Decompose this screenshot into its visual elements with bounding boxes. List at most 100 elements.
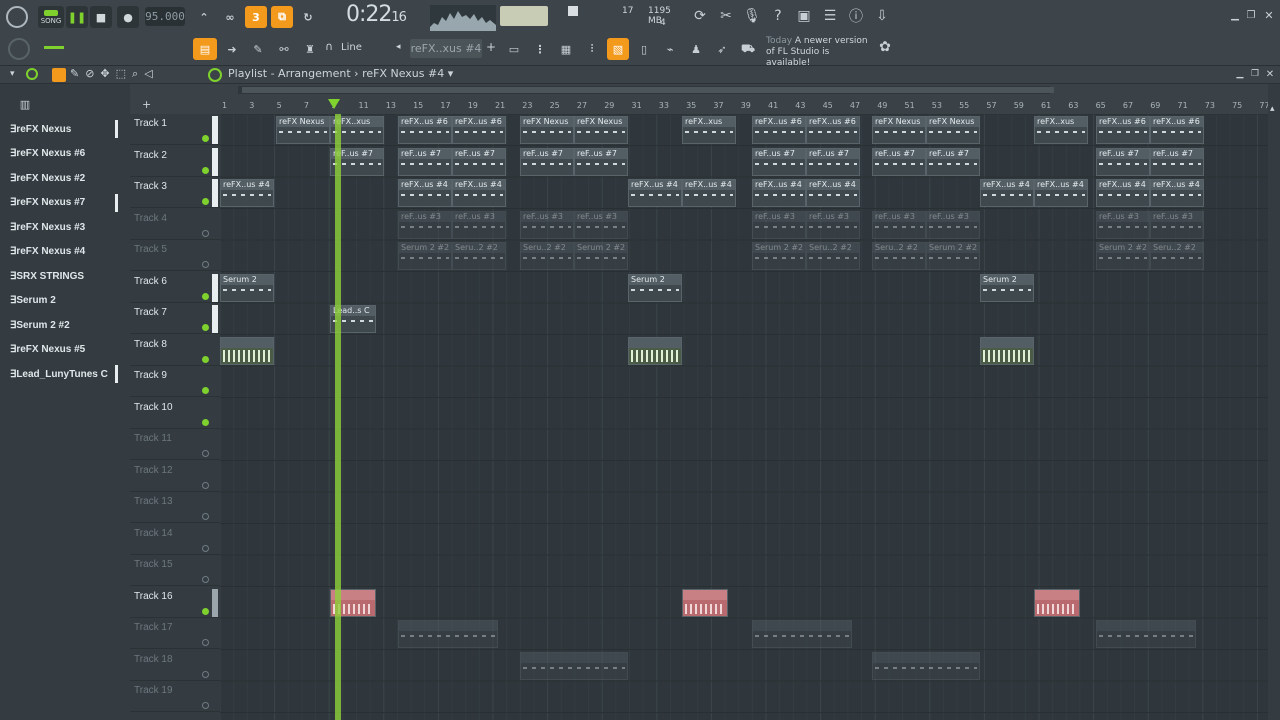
pattern-item[interactable]: ∃SRX STRINGS <box>6 267 116 285</box>
track-header[interactable]: Track 4 <box>130 209 220 240</box>
track-select-strip[interactable] <box>212 368 218 396</box>
pattern-clip[interactable]: Seru..2 #2 <box>872 242 926 270</box>
pattern-item[interactable]: ∃reFX Nexus #3 <box>6 218 116 236</box>
track-header[interactable]: Track 10 <box>130 398 220 429</box>
playlist-maximize-icon[interactable]: ❐ <box>1249 68 1261 80</box>
pattern-clip[interactable] <box>1034 588 1080 617</box>
help-icon[interactable]: ? <box>768 6 788 26</box>
track-header[interactable]: Track 12 <box>130 461 220 492</box>
pattern-clip[interactable]: reF..us #7 <box>520 147 574 176</box>
playlist-minimize-icon[interactable]: ▁ <box>1234 68 1246 80</box>
playhead-marker-icon[interactable] <box>328 99 340 109</box>
pattern-item[interactable]: ∃Lead_LunyTunes C <box>6 365 118 383</box>
track-select-strip[interactable] <box>212 620 218 648</box>
pattern-selector[interactable]: reFX..xus #4 <box>410 39 482 58</box>
pattern-clip[interactable]: reFX..us #6 <box>1096 116 1150 144</box>
pattern-clip[interactable]: reFX..us #4 <box>1096 179 1150 207</box>
tool-icons[interactable]: ✎⊘✥⬚⌕◁ <box>70 67 159 81</box>
playhead[interactable] <box>335 114 341 720</box>
news-panel[interactable]: Today A newer version of FL Studio is av… <box>766 36 876 68</box>
scroll-thumb[interactable] <box>242 87 1054 93</box>
record-button[interactable]: ● <box>117 6 139 28</box>
pattern-clip[interactable]: reFX..us #4 <box>1034 179 1088 207</box>
track-select-strip[interactable] <box>212 400 218 428</box>
send-icon[interactable]: ➶ <box>711 38 733 60</box>
tempo-display[interactable]: 95.000 <box>145 7 185 26</box>
track-select-strip[interactable] <box>212 588 218 617</box>
faders-icon[interactable]: ⫶ <box>581 38 603 60</box>
microphone-icon[interactable]: 🎙 <box>742 6 762 26</box>
magnet-icon[interactable] <box>26 68 38 80</box>
pattern-clip[interactable]: reF..us #3 <box>1150 210 1204 239</box>
pattern-clip[interactable]: reFX..us #6 <box>806 116 860 144</box>
snap-selector[interactable]: Line <box>341 42 362 53</box>
download-icon[interactable]: ⇩ <box>872 6 892 26</box>
track-select-strip[interactable] <box>212 526 218 554</box>
pattern-item[interactable]: ∃reFX Nexus #2 <box>6 169 116 187</box>
pattern-clip[interactable]: Serum 2 #2 <box>574 242 628 270</box>
browser-icon[interactable]: ▧ <box>607 38 629 60</box>
pattern-clip[interactable]: reFX..us #6 <box>752 116 806 144</box>
track-header[interactable]: Track 2 <box>130 146 220 177</box>
track-header[interactable]: Track 19 <box>130 681 220 712</box>
track-mute-led[interactable] <box>202 576 209 583</box>
track-select-strip[interactable] <box>212 431 218 459</box>
track-select-strip[interactable] <box>212 242 218 270</box>
arrow-icon[interactable]: ➜ <box>221 38 243 60</box>
track-header[interactable]: Track 15 <box>130 555 220 586</box>
pattern-clip[interactable]: Seru..2 #2 <box>1150 242 1204 270</box>
play-button[interactable]: ❚❚ <box>66 6 88 28</box>
pattern-item[interactable]: ∃reFX Nexus #6 <box>6 145 116 163</box>
arrangement-icon[interactable] <box>208 68 222 82</box>
pattern-clip[interactable]: reFX Nexus <box>520 116 574 144</box>
track-select-strip[interactable] <box>212 147 218 176</box>
scroll-up-icon[interactable]: ▴ <box>1270 104 1278 116</box>
track-select-strip[interactable] <box>212 116 218 144</box>
pattern-clip[interactable]: reF..us #3 <box>1096 210 1150 239</box>
tools-icon[interactable]: ✂ <box>716 6 736 26</box>
link-icon[interactable]: ⚯ <box>273 38 295 60</box>
track-select-strip[interactable] <box>212 494 218 522</box>
track-header[interactable]: Track 5 <box>130 240 220 271</box>
pattern-clip[interactable]: reFX..us #4 <box>682 179 736 207</box>
track-header[interactable]: Track 7 <box>130 303 220 334</box>
song-time-display[interactable]: 0:2216 <box>346 2 426 32</box>
main-menu-icon[interactable] <box>6 6 28 28</box>
track-mute-led[interactable] <box>202 670 209 678</box>
track-header[interactable]: Track 3 <box>130 177 220 208</box>
channel-rack-icon[interactable]: ▭ <box>503 38 525 60</box>
track-mute-led[interactable] <box>202 607 209 615</box>
pattern-clip[interactable]: reFX..xus <box>1034 116 1088 144</box>
pattern-clip[interactable] <box>980 336 1034 365</box>
pattern-clip[interactable]: Serum 2 <box>628 273 682 302</box>
track-header[interactable]: Track 9 <box>130 366 220 397</box>
pattern-item[interactable]: ∃reFX Nexus #4 <box>6 243 116 261</box>
pattern-clip[interactable] <box>220 336 274 365</box>
track-select-strip[interactable] <box>212 557 218 585</box>
track-select-strip[interactable] <box>212 683 218 711</box>
mixer-icon[interactable]: ☰ <box>820 6 840 26</box>
pattern-item[interactable]: ∃Serum 2 #2 <box>6 316 116 334</box>
pattern-clip[interactable]: reFX..us #4 <box>806 179 860 207</box>
track-mute-led[interactable] <box>202 229 209 237</box>
step-edit-icon[interactable]: ⧉ <box>271 6 293 28</box>
track-mute-led[interactable] <box>202 513 209 520</box>
undo-icon[interactable]: ⟳ <box>690 6 710 26</box>
playlist-grid[interactable]: reFX Nexus reFX..xus reFX..us #6 reFX..us #… <box>220 114 1268 720</box>
pattern-clip[interactable]: Seru..2 #2 <box>452 242 506 270</box>
track-header[interactable]: Track 8 <box>130 335 220 366</box>
track-select-strip[interactable] <box>212 273 218 302</box>
pattern-clip[interactable]: reFX..us #4 <box>220 179 274 207</box>
pattern-clip[interactable]: reFX Nexus <box>872 116 926 144</box>
pattern-clip[interactable]: Serum 2 #2 <box>398 242 452 270</box>
track-mute-led[interactable] <box>202 639 209 646</box>
pattern-clip[interactable]: Serum 2 #2 <box>752 242 806 270</box>
track-header[interactable]: Track 6 <box>130 272 220 303</box>
cart-icon[interactable]: ⛟ <box>737 38 759 60</box>
pattern-clip[interactable] <box>628 336 682 365</box>
track-mute-led[interactable] <box>202 166 209 174</box>
track-header[interactable]: Track 1 <box>130 114 220 145</box>
pencil-icon[interactable]: ✎ <box>247 38 269 60</box>
fl-logo-icon[interactable]: ✿ <box>876 38 894 56</box>
pattern-clip[interactable]: Serum 2 <box>980 273 1034 302</box>
